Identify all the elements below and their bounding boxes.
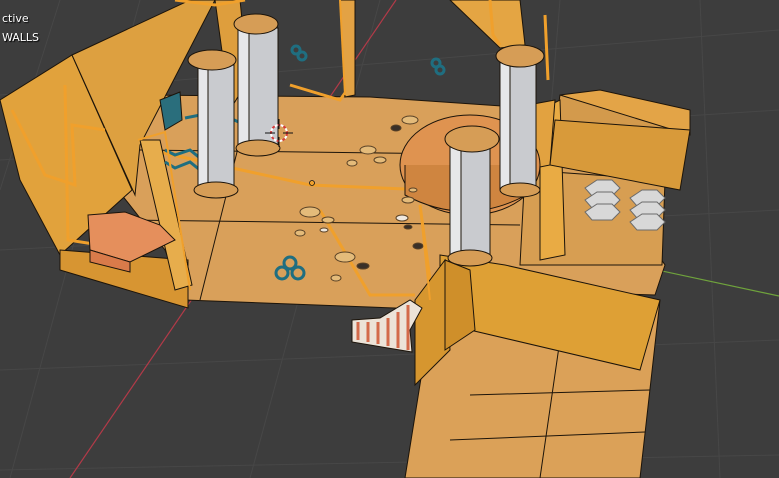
3d-viewport[interactable]: ctive WALLS bbox=[0, 0, 779, 478]
scene-canvas[interactable] bbox=[0, 0, 779, 478]
viewport-collection-label: WALLS bbox=[2, 31, 40, 44]
viewport-mode-label: ctive bbox=[2, 12, 29, 25]
pillar-back-left[interactable] bbox=[233, 13, 281, 157]
object-origin[interactable] bbox=[309, 180, 315, 186]
